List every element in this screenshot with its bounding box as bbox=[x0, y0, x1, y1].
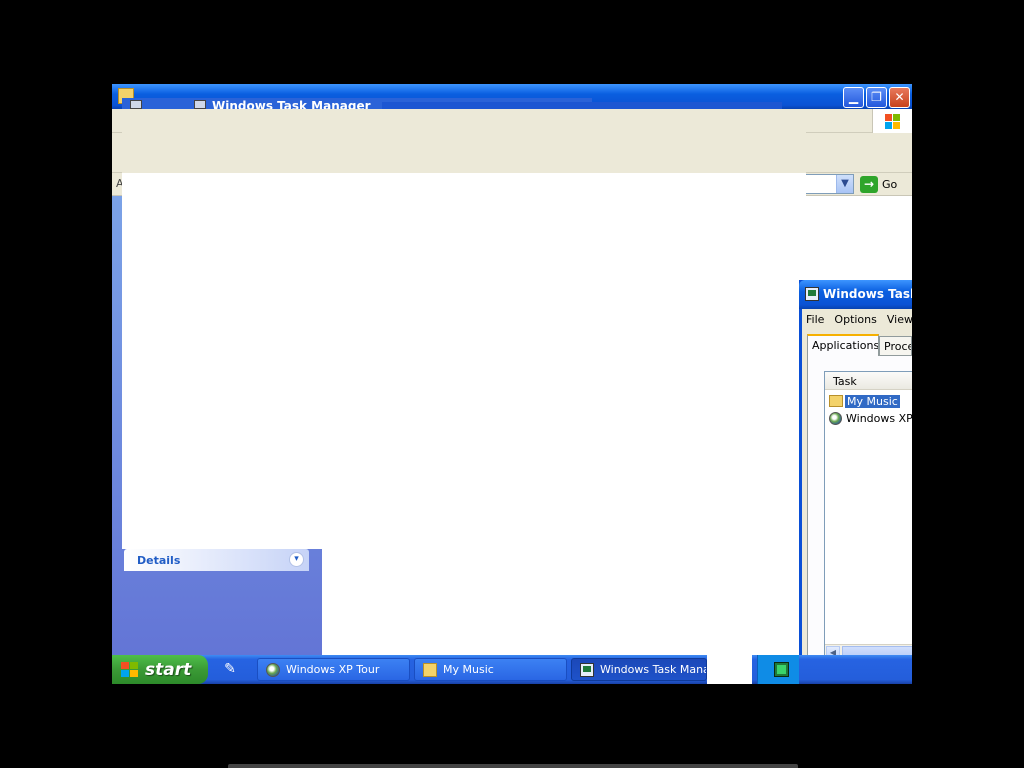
details-panel-header[interactable]: Details ▾ bbox=[124, 549, 309, 571]
taskbar-button-label: Windows Task Manage bbox=[600, 663, 706, 676]
taskmanager-icon bbox=[805, 287, 819, 301]
details-label: Details bbox=[137, 554, 181, 567]
show-desktop-icon[interactable]: ✎ bbox=[222, 661, 238, 677]
task-row[interactable]: My Music bbox=[829, 393, 900, 409]
taskmanager-tray-icon[interactable] bbox=[774, 662, 789, 677]
taskmanager-icon bbox=[580, 662, 594, 677]
ghost-window-content bbox=[122, 173, 806, 549]
taskbar-button-label: Windows XP Tour bbox=[286, 663, 380, 676]
globe-icon bbox=[829, 411, 842, 425]
taskbar-button-task-manager[interactable]: Windows Task Manage bbox=[571, 658, 707, 681]
windows-logo-icon bbox=[872, 109, 912, 133]
task-list[interactable]: Task My Music Windows XP ◀ bbox=[824, 371, 912, 661]
go-arrow-icon: → bbox=[860, 176, 878, 193]
tab-applications[interactable]: Applications bbox=[807, 334, 879, 356]
task-row[interactable]: Windows XP bbox=[829, 410, 912, 426]
ghost-window-frame bbox=[122, 109, 806, 173]
folder-icon bbox=[829, 395, 843, 407]
menu-view[interactable]: View bbox=[887, 313, 912, 326]
minimize-button[interactable]: ▁ bbox=[843, 87, 864, 108]
task-name: Windows XP bbox=[846, 411, 912, 425]
task-manager-menubar: File Options View bbox=[802, 309, 912, 329]
menu-file[interactable]: File bbox=[806, 313, 824, 326]
taskbar-button-my-music[interactable]: My Music bbox=[414, 658, 567, 681]
menu-options[interactable]: Options bbox=[834, 313, 876, 326]
task-manager-tabs: Applications Proce bbox=[807, 334, 912, 356]
start-label: start bbox=[145, 659, 192, 680]
task-manager-titlebar[interactable]: Windows Task bbox=[799, 280, 912, 309]
chevron-expand-icon[interactable]: ▾ bbox=[289, 552, 304, 567]
task-name: My Music bbox=[845, 394, 900, 408]
folder-icon bbox=[423, 662, 437, 677]
ghost-window-title: Windows Task Manager bbox=[212, 99, 371, 109]
task-column-header[interactable]: Task bbox=[825, 372, 912, 390]
go-label: Go bbox=[882, 178, 898, 191]
tour-icon bbox=[266, 662, 280, 677]
maximize-button[interactable]: ❐ bbox=[866, 87, 887, 108]
close-button[interactable]: ✕ bbox=[889, 87, 910, 108]
taskbar-button-xp-tour[interactable]: Windows XP Tour bbox=[257, 658, 410, 681]
desktop: ▁ ❐ ✕ A ▼ → Go Details ▾ Windows Task Ma… bbox=[112, 84, 912, 684]
task-manager-title: Windows Task bbox=[823, 287, 912, 301]
monitor-edge bbox=[228, 764, 798, 768]
system-tray bbox=[757, 655, 799, 684]
taskbar: start ✎ Windows XP Tour My Music Windows… bbox=[112, 655, 912, 684]
ghost-titlebar-2 bbox=[382, 102, 782, 109]
windows-flag-icon bbox=[121, 661, 139, 678]
chevron-down-icon[interactable]: ▼ bbox=[836, 175, 853, 193]
task-manager-window: Windows Task File Options View Applicati… bbox=[799, 280, 912, 684]
taskmanager-icon bbox=[194, 100, 206, 109]
start-button[interactable]: start bbox=[112, 655, 208, 684]
taskbar-button-label: My Music bbox=[443, 663, 494, 676]
tray-artifact bbox=[707, 655, 752, 684]
applications-pane: Task My Music Windows XP ◀ bbox=[807, 355, 912, 683]
taskmanager-icon bbox=[130, 100, 142, 109]
go-button[interactable]: → Go bbox=[860, 175, 897, 194]
tab-processes[interactable]: Proce bbox=[879, 336, 912, 356]
